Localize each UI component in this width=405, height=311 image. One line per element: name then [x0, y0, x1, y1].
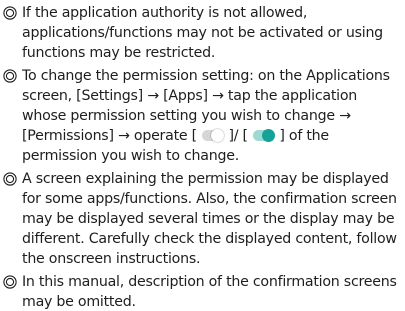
- notes-list: If the application authority is not allo…: [3, 3, 403, 311]
- note-text-part2: ]/ [: [224, 128, 253, 145]
- toggle-on-icon: [253, 129, 276, 143]
- double-circle-icon: [3, 6, 17, 20]
- note-item-change-permission: To change the permission setting: on the…: [3, 66, 403, 167]
- note-item-manual-omission: In this manual, description of the confi…: [3, 272, 403, 311]
- note-item-authority: If the application authority is not allo…: [3, 3, 403, 64]
- double-circle-icon: [3, 68, 17, 83]
- note-text: A screen explaining the permission may b…: [22, 170, 397, 268]
- double-circle-icon: [3, 171, 17, 186]
- toggle-off-icon: [202, 129, 225, 143]
- note-text: In this manual, description of the confi…: [22, 273, 397, 310]
- double-circle-icon: [3, 274, 17, 289]
- manual-page: If the application authority is not allo…: [0, 0, 405, 311]
- note-item-explanation-screen: A screen explaining the permission may b…: [3, 169, 403, 270]
- note-text: If the application authority is not allo…: [22, 5, 383, 62]
